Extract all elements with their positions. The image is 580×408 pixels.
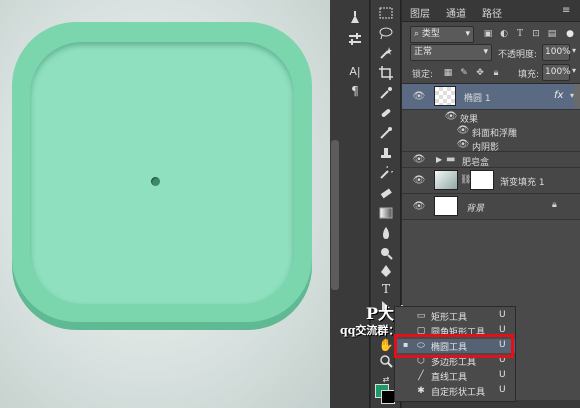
tab-layers[interactable]: 图层 xyxy=(410,5,430,20)
gradient-thumbnail xyxy=(434,170,458,190)
lock-all-icon[interactable]: 🔒︎ xyxy=(490,67,502,79)
blend-mode-value: 正常 xyxy=(414,47,433,57)
brush-tool-icon[interactable] xyxy=(377,124,395,142)
fill-label: 填充: xyxy=(518,70,540,80)
adjustment-filter-icon[interactable]: ◐ xyxy=(498,28,510,40)
lock-position-icon[interactable]: ✥ xyxy=(474,67,486,79)
paragraph-icon[interactable]: ¶ xyxy=(346,82,364,100)
custom-shape-icon: ✱ xyxy=(417,386,425,396)
opacity-input[interactable]: 100% xyxy=(542,44,571,61)
opacity-label: 不透明度: xyxy=(498,50,538,60)
pixel-filter-icon[interactable]: ▣ xyxy=(482,28,494,40)
dodge-tool-icon[interactable] xyxy=(377,244,395,262)
filter-label: 类型 xyxy=(421,29,440,39)
crop-tool-icon[interactable] xyxy=(377,64,395,82)
shortcut-key: U xyxy=(499,370,506,380)
eye-icon[interactable]: 👁︎ xyxy=(444,111,458,123)
soapbox-inner xyxy=(30,42,294,304)
layer-row-ellipse[interactable]: 👁︎ 椭圆 1 fx ▾ xyxy=(402,84,580,110)
effect-bevel-row[interactable]: 👁︎ 斜面和浮雕 xyxy=(402,124,580,139)
pen-tool-icon[interactable] xyxy=(377,262,395,280)
eye-icon[interactable]: 👁︎ xyxy=(456,125,470,137)
fx-icon[interactable]: fx xyxy=(554,90,563,101)
menu-item-line[interactable]: ╱ 直线工具 U xyxy=(395,369,515,383)
background-color-swatch[interactable] xyxy=(381,390,395,404)
document-canvas[interactable] xyxy=(0,0,330,408)
ellipse-dot xyxy=(151,177,160,186)
effects-row[interactable]: 👁︎ 效果 xyxy=(402,110,580,125)
type-tool-icon[interactable]: T xyxy=(377,280,395,298)
expand-arrow-icon[interactable]: ▶ xyxy=(436,155,442,164)
history-brush-icon[interactable] xyxy=(377,164,395,182)
line-icon: ╱ xyxy=(418,371,424,381)
marquee-tool-icon[interactable] xyxy=(377,4,395,22)
scroll-thumb[interactable] xyxy=(331,140,339,290)
layer-name[interactable]: 肥皂盒 xyxy=(462,155,489,168)
type-filter-icon[interactable]: T xyxy=(514,28,526,40)
menu-item-custom-shape[interactable]: ✱ 自定形状工具 U xyxy=(395,384,515,398)
menu-item-label: 直线工具 xyxy=(431,373,468,383)
search-icon: ⌕ xyxy=(414,29,420,39)
tab-paths[interactable]: 路径 xyxy=(482,5,502,20)
effect-inner-shadow-row[interactable]: 👁︎ 内阴影 xyxy=(402,138,580,153)
menu-item-label: 矩形工具 xyxy=(431,313,468,323)
menu-item-rectangle[interactable]: ▭ 矩形工具 U xyxy=(395,309,515,323)
layer-filter-select[interactable]: ⌕ 类型 ▾ xyxy=(410,26,474,43)
chevron-down-icon[interactable]: ▾ xyxy=(572,46,576,55)
lock-icon: 🔒︎ xyxy=(552,200,557,210)
chevron-down-icon[interactable]: ▾ xyxy=(572,66,576,75)
panel-scrollbar[interactable] xyxy=(574,84,580,108)
tab-channels[interactable]: 通道 xyxy=(446,5,466,20)
eye-icon[interactable]: 👁︎ xyxy=(412,201,426,213)
lock-label: 锁定: xyxy=(412,70,434,80)
lock-transparent-icon[interactable]: ▦ xyxy=(442,67,454,79)
eye-icon[interactable]: 👁︎ xyxy=(412,175,426,187)
layer-row-group[interactable]: 👁︎ ▶ ▬ 肥皂盒 xyxy=(402,152,580,168)
shortcut-key: U xyxy=(499,310,506,320)
layer-row-gradient-fill[interactable]: 👁︎ ⛓ 渐变填充 1 xyxy=(402,168,580,194)
healing-brush-icon[interactable] xyxy=(377,104,395,122)
layer-name[interactable]: 渐变填充 1 xyxy=(500,175,545,188)
panel-icon-strip: A| ¶ xyxy=(340,0,370,408)
clone-stamp-icon[interactable] xyxy=(377,144,395,162)
layer-name[interactable]: 椭圆 1 xyxy=(464,91,491,104)
panel-menu-icon[interactable]: ≡ xyxy=(562,5,570,16)
rectangle-icon: ▭ xyxy=(416,311,426,321)
panel-tabs: 图层 通道 路径 ≡ xyxy=(402,0,580,22)
blur-tool-icon[interactable] xyxy=(377,224,395,242)
magic-wand-icon[interactable] xyxy=(377,44,395,62)
filter-toggle-icon[interactable]: ● xyxy=(564,28,576,40)
gradient-tool-icon[interactable] xyxy=(377,204,395,222)
folder-icon: ▬ xyxy=(446,154,456,165)
lasso-tool-icon[interactable] xyxy=(377,24,395,42)
eraser-icon[interactable] xyxy=(377,184,395,202)
zoom-tool-icon[interactable] xyxy=(377,352,395,370)
blend-mode-select[interactable]: 正常 ▾ xyxy=(410,44,492,61)
eye-icon[interactable]: 👁︎ xyxy=(456,139,470,151)
mask-thumbnail xyxy=(470,170,494,190)
shortcut-key: U xyxy=(499,385,506,395)
layer-row-background[interactable]: 👁︎ 背景 🔒︎ xyxy=(402,194,580,220)
character-icon[interactable]: A| xyxy=(346,62,364,80)
fill-input[interactable]: 100% xyxy=(542,64,571,81)
brush-settings-icon[interactable] xyxy=(346,8,364,26)
layer-thumbnail xyxy=(434,86,456,106)
layer-thumbnail xyxy=(434,196,458,216)
eye-icon[interactable]: 👁︎ xyxy=(412,154,426,166)
highlight-annotation-box xyxy=(394,334,514,358)
smart-object-filter-icon[interactable]: ▤ xyxy=(546,28,558,40)
adjustments-icon[interactable] xyxy=(346,30,364,48)
lock-image-icon[interactable]: ✎ xyxy=(458,67,470,79)
eye-icon[interactable]: 👁︎ xyxy=(412,91,426,103)
shape-filter-icon[interactable]: ⊡ xyxy=(530,28,542,40)
chevron-down-icon: ▾ xyxy=(465,29,470,39)
layer-name[interactable]: 背景 xyxy=(466,201,484,214)
eyedropper-icon[interactable] xyxy=(377,84,395,102)
menu-item-label: 自定形状工具 xyxy=(431,388,486,398)
chevron-down-icon: ▾ xyxy=(483,47,488,57)
